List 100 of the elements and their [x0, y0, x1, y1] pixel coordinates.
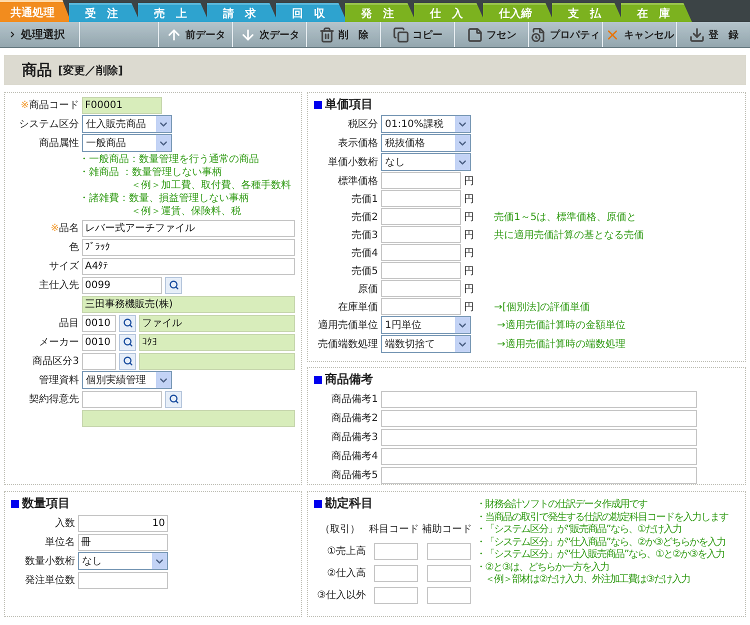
- dropdown[interactable]: 一般商品: [82, 134, 172, 152]
- note-text: →適用売価計算時の端数処理: [497, 338, 626, 351]
- trash-icon: [318, 26, 334, 42]
- text-field[interactable]: [139, 352, 295, 370]
- text-field[interactable]: [78, 572, 168, 588]
- text-field[interactable]: [381, 410, 697, 426]
- dropdown[interactable]: なし: [381, 153, 471, 171]
- text-field[interactable]: ｺｸﾖ: [139, 334, 295, 350]
- column-header: 科目コード: [369, 522, 419, 536]
- chevron-down-icon: [152, 553, 167, 569]
- toolbar-button[interactable]: コピー: [380, 22, 454, 47]
- search-button[interactable]: [165, 390, 182, 408]
- square-bullet-icon: [314, 500, 322, 508]
- text-field[interactable]: [381, 244, 461, 261]
- field-label: システム区分: [18, 118, 79, 131]
- text-field[interactable]: A4ﾀﾃ: [82, 258, 295, 274]
- text-field[interactable]: ﾌﾞﾗｯｸ: [82, 238, 295, 256]
- field-label: 標準価格: [337, 174, 378, 188]
- toolbar-button[interactable]: キャンセル: [602, 22, 676, 47]
- text-field[interactable]: [82, 410, 295, 426]
- text-field[interactable]: [381, 466, 697, 484]
- field-label: 売価端数処理: [317, 338, 378, 351]
- text-field[interactable]: 10: [78, 514, 168, 532]
- note-text: ・一般商品：数量管理を行う通常の商品: [79, 153, 259, 166]
- dropdown[interactable]: 01:10%課税: [381, 115, 471, 133]
- toolbar-button[interactable]: 登 録: [676, 22, 750, 47]
- field-label: 品目: [58, 317, 79, 330]
- field-label: 商品備考5: [330, 468, 378, 482]
- field-label: 適用売価単位: [317, 318, 378, 332]
- field-label: 発注単位数: [24, 574, 75, 587]
- text-field[interactable]: [82, 352, 116, 370]
- note-text: ・財務会計ソフトの仕訳データ作成用です: [476, 499, 647, 512]
- menu-button[interactable]: 処理選択: [0, 22, 80, 47]
- chevron-down-icon: [455, 336, 470, 352]
- column-header: （取引）: [319, 523, 361, 536]
- chevron-right-icon: [8, 30, 17, 39]
- toolbar-button[interactable]: 削 除: [306, 22, 380, 47]
- field-label: 売価5: [350, 264, 378, 278]
- dropdown[interactable]: 1円単位: [381, 316, 471, 334]
- text-field[interactable]: 0010: [82, 334, 116, 350]
- search-icon: [168, 280, 178, 290]
- text-field[interactable]: 三田事務機販売(株): [82, 296, 295, 312]
- field-label: 契約得意先: [28, 392, 79, 406]
- text-field[interactable]: 0099: [82, 276, 162, 294]
- text-field[interactable]: [374, 586, 418, 604]
- field-label: 在庫単価: [337, 300, 378, 314]
- text-field[interactable]: [381, 226, 461, 243]
- toolbar-button[interactable]: 前データ: [158, 22, 232, 47]
- dropdown[interactable]: 端数切捨て: [381, 335, 471, 353]
- text-field[interactable]: [381, 190, 461, 207]
- unit-label: 円: [464, 228, 475, 242]
- text-field[interactable]: [374, 542, 418, 560]
- document-clock-icon: [531, 26, 546, 42]
- field-label: 入数: [54, 516, 75, 530]
- note-text: ・②と③は、どちらか一方を入力: [476, 562, 609, 574]
- text-field[interactable]: [427, 586, 471, 604]
- search-button[interactable]: [165, 276, 182, 294]
- search-icon: [122, 318, 132, 328]
- text-field[interactable]: [381, 298, 461, 315]
- dropdown[interactable]: 仕入販売商品: [82, 115, 172, 133]
- text-field[interactable]: 冊: [78, 534, 168, 550]
- field-label: 色: [68, 241, 79, 254]
- text-field[interactable]: [374, 564, 418, 582]
- text-field[interactable]: [427, 564, 471, 582]
- field-label: 商品属性: [38, 136, 79, 150]
- text-field[interactable]: [381, 390, 697, 408]
- unit-label: 円: [464, 300, 475, 314]
- field-label: 売価1: [350, 192, 378, 206]
- text-field[interactable]: ファイル: [139, 314, 295, 332]
- text-field[interactable]: [381, 172, 461, 189]
- search-button[interactable]: [119, 334, 136, 350]
- toolbar-button[interactable]: フセン: [454, 22, 528, 47]
- chevron-down-icon: [455, 154, 470, 170]
- text-field[interactable]: [381, 448, 697, 464]
- dropdown[interactable]: なし: [78, 552, 168, 570]
- toolbar-button[interactable]: プロパティ: [528, 22, 602, 47]
- text-field[interactable]: [381, 262, 461, 279]
- field-label: 管理資料: [38, 374, 79, 387]
- search-button[interactable]: [119, 314, 136, 332]
- dropdown[interactable]: 税抜価格: [381, 134, 471, 152]
- toolbar-button[interactable]: 次データ: [232, 22, 306, 47]
- field-label: ①売上高: [326, 544, 366, 558]
- text-field[interactable]: [427, 542, 471, 560]
- search-button[interactable]: [119, 352, 136, 370]
- column-header: 補助コード: [422, 522, 472, 536]
- field-label: 売価3: [350, 228, 378, 242]
- text-field[interactable]: F00001: [82, 96, 162, 114]
- note-text: ・諸雑費：数量、損益管理しない事柄: [79, 192, 249, 205]
- text-field[interactable]: [381, 428, 697, 446]
- text-field[interactable]: [381, 208, 461, 225]
- note-text: →適用売価計算時の金額単位: [497, 318, 626, 332]
- text-field[interactable]: レバー式アーチファイル: [82, 220, 295, 236]
- sticky-note-icon: [466, 26, 482, 42]
- text-field[interactable]: [381, 280, 461, 297]
- dropdown[interactable]: 個別実績管理: [82, 371, 172, 389]
- field-label: 主仕入先: [38, 278, 79, 292]
- field-label: 商品備考2: [330, 412, 378, 425]
- text-field[interactable]: 0010: [82, 314, 116, 332]
- text-field[interactable]: [82, 390, 162, 408]
- note-text: ・「システム区分」が“仕入販売商品”なら、①と②か③を入力: [476, 549, 724, 562]
